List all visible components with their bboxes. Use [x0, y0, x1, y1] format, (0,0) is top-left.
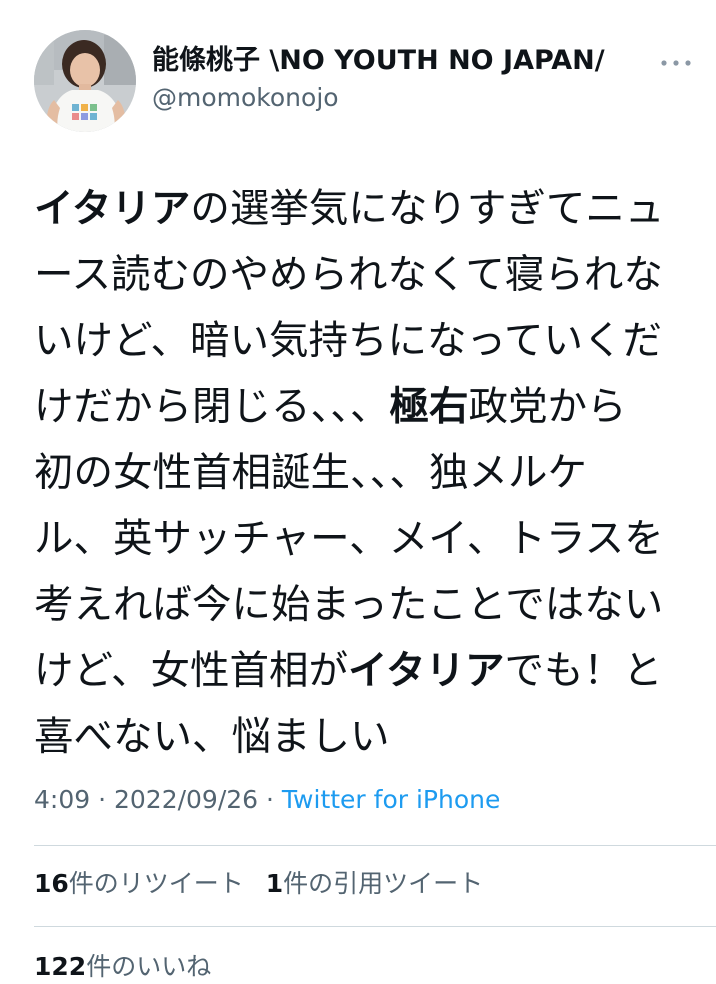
tweet-text-segment: 初の女性首相誕生、、、独メルケ [34, 450, 587, 496]
tweet-date[interactable]: 2022/09/26 [114, 785, 258, 814]
likes-stats-row: 122件のいいね [34, 950, 211, 984]
tweet-text-segment: の選挙気になりすぎてニュ [190, 186, 665, 232]
avatar[interactable] [34, 30, 136, 132]
tweet-source-link[interactable]: Twitter for iPhone [282, 785, 500, 814]
tweet-text-line: ル、英サッチャー、メイ、トラスを [34, 506, 694, 572]
tweet-meta: 4:09 · 2022/09/26 · Twitter for iPhone [34, 783, 500, 817]
tweet-text-segment: けど、女性首相が [34, 648, 349, 694]
tweet-text-line: 喜べない、悩ましい [34, 704, 694, 770]
likes-stat[interactable]: 122件のいいね [34, 952, 211, 981]
tweet-text: イタリアの選挙気になりすぎてニュ ース読むのやめられなくて寝られな いけど、暗い気持… [34, 176, 694, 770]
user-info[interactable]: 能條桃子 \NO YOUTH NO JAPAN/ @momokonojo [152, 44, 605, 113]
tweet-text-line: 考えれば今に始まったことではない [34, 572, 694, 638]
retweets-count: 16 [34, 869, 69, 898]
user-handle[interactable]: @momokonojo [152, 83, 605, 113]
meta-separator: · [90, 785, 114, 814]
tweet-text-emphasis: イタリア [348, 648, 505, 694]
retweets-label: 件のリツイート [68, 869, 244, 898]
quotes-count: 1 [265, 869, 284, 898]
tweet-text-emphasis: イタリア [34, 186, 191, 232]
display-name[interactable]: 能條桃子 \NO YOUTH NO JAPAN/ [152, 44, 605, 78]
tweet-text-segment: でも！と [504, 648, 663, 694]
tweet-text-line: 初の女性首相誕生、、、独メルケ [34, 440, 694, 506]
tweet-text-line: けだから閉じる、、、極右政党から [34, 374, 694, 440]
retweets-stat[interactable]: 16件のリツイート [34, 869, 244, 898]
retweet-stats-row: 16件のリツイート 1件の引用ツイート [34, 867, 483, 901]
divider [34, 926, 716, 927]
tweet-text-line: けど、女性首相がイタリアでも！と [34, 638, 694, 704]
tweet-text-segment: 政党から [468, 384, 627, 430]
more-horizontal-icon [661, 60, 691, 66]
likes-label: 件のいいね [86, 952, 212, 981]
meta-separator: · [258, 785, 282, 814]
tweet-text-segment: 考えれば今に始まったことではない [34, 582, 664, 628]
tweet-text-segment: 喜べない、悩ましい [34, 714, 390, 760]
avatar-photo [34, 30, 136, 132]
likes-count: 122 [34, 952, 87, 981]
tweet-text-line: いけど、暗い気持ちになっていくだ [34, 308, 694, 374]
tweet-text-segment: いけど、暗い気持ちになっていくだ [34, 318, 663, 364]
quotes-label: 件の引用ツイート [283, 869, 484, 898]
tweet-text-emphasis: 極右 [389, 384, 469, 430]
tweet-header: 能條桃子 \NO YOUTH NO JAPAN/ @momokonojo [34, 30, 694, 134]
tweet-text-segment: けだから閉じる、、、 [34, 384, 390, 430]
tweet-text-line: ース読むのやめられなくて寝られな [34, 242, 694, 308]
divider [34, 845, 716, 846]
quotes-stat[interactable]: 1件の引用ツイート [266, 869, 483, 898]
more-options-button[interactable] [654, 48, 698, 78]
tweet-text-segment: ル、英サッチャー、メイ、トラスを [34, 516, 664, 562]
tweet-text-line: イタリアの選挙気になりすぎてニュ [34, 176, 694, 242]
tweet-text-segment: ース読むのやめられなくて寝られな [34, 252, 663, 298]
tweet-time[interactable]: 4:09 [34, 785, 90, 814]
